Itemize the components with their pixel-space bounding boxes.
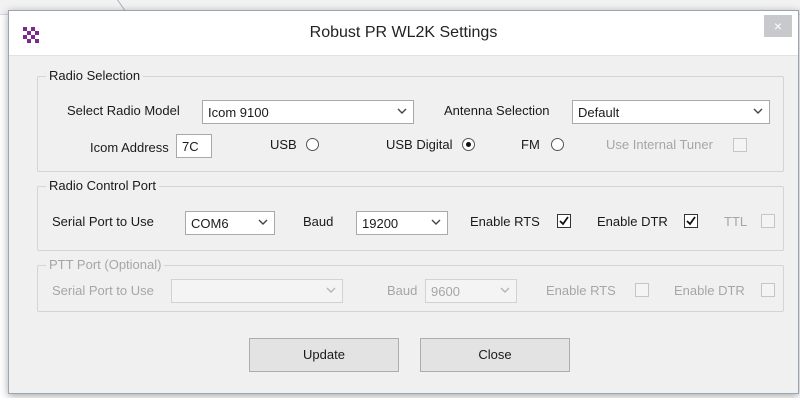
close-window-button[interactable]: × bbox=[764, 15, 792, 37]
use-internal-tuner-label: Use Internal Tuner bbox=[606, 137, 713, 152]
enable-dtr-label: Enable DTR bbox=[597, 214, 668, 229]
radio-model-value: Icom 9100 bbox=[208, 105, 269, 120]
ptt-port-group: PTT Port (Optional) Serial Port to Use B… bbox=[37, 257, 784, 312]
ptt-enable-dtr-label: Enable DTR bbox=[674, 283, 745, 298]
antenna-value: Default bbox=[578, 105, 620, 120]
enable-rts-checkbox[interactable] bbox=[557, 214, 571, 228]
settings-dialog: Robust PR WL2K Settings × Radio Selectio… bbox=[8, 10, 799, 394]
usb-label: USB bbox=[270, 137, 297, 152]
ttl-checkbox[interactable] bbox=[761, 214, 775, 228]
usb-digital-radio[interactable] bbox=[462, 138, 475, 151]
window-title: Robust PR WL2K Settings bbox=[309, 24, 498, 41]
radio-selection-group: Radio Selection Select Radio Model Icom … bbox=[37, 68, 784, 172]
ptt-serial-port-select[interactable] bbox=[171, 279, 343, 303]
baud-select[interactable]: 19200 bbox=[356, 211, 448, 235]
icom-address-value: 7C bbox=[182, 139, 199, 154]
fm-radio[interactable] bbox=[551, 138, 564, 151]
select-radio-model-label: Select Radio Model bbox=[67, 103, 180, 118]
enable-rts-label: Enable RTS bbox=[470, 214, 540, 229]
ptt-port-legend: PTT Port (Optional) bbox=[46, 257, 165, 272]
radio-control-port-legend: Radio Control Port bbox=[46, 178, 159, 193]
chevron-down-icon bbox=[326, 287, 336, 293]
title-bar: Robust PR WL2K Settings × bbox=[9, 11, 798, 56]
radio-model-select[interactable]: Icom 9100 bbox=[202, 100, 414, 124]
ptt-serial-port-label: Serial Port to Use bbox=[52, 283, 154, 298]
usb-digital-label: USB Digital bbox=[386, 137, 453, 152]
chevron-down-icon bbox=[753, 108, 763, 114]
baud-label: Baud bbox=[303, 214, 334, 229]
antenna-selection-label: Antenna Selection bbox=[444, 103, 550, 118]
chevron-down-icon bbox=[431, 219, 441, 225]
ptt-enable-dtr-checkbox[interactable] bbox=[761, 283, 775, 297]
checkmark-icon bbox=[559, 216, 569, 226]
icom-address-label: Icom Address bbox=[90, 140, 169, 155]
radio-selection-legend: Radio Selection bbox=[46, 68, 144, 83]
chevron-down-icon bbox=[397, 108, 407, 114]
enable-dtr-checkbox[interactable] bbox=[684, 214, 698, 228]
usb-radio[interactable] bbox=[306, 138, 319, 151]
use-internal-tuner-checkbox[interactable] bbox=[733, 138, 747, 152]
ttl-label: TTL bbox=[724, 214, 748, 229]
antenna-select[interactable]: Default bbox=[572, 100, 770, 124]
checkmark-icon bbox=[686, 216, 696, 226]
ptt-enable-rts-label: Enable RTS bbox=[546, 283, 616, 298]
serial-port-label: Serial Port to Use bbox=[52, 214, 154, 229]
baud-value: 19200 bbox=[362, 216, 399, 231]
ptt-baud-select[interactable]: 9600 bbox=[425, 279, 517, 303]
update-button[interactable]: Update bbox=[249, 338, 399, 372]
radio-control-port-group: Radio Control Port Serial Port to Use CO… bbox=[37, 178, 784, 251]
fm-label: FM bbox=[521, 137, 540, 152]
chevron-down-icon bbox=[258, 219, 268, 225]
close-button[interactable]: Close bbox=[420, 338, 570, 372]
serial-port-select[interactable]: COM6 bbox=[185, 211, 275, 235]
serial-port-value: COM6 bbox=[191, 216, 229, 231]
ptt-baud-label: Baud bbox=[387, 283, 418, 298]
ptt-baud-value: 9600 bbox=[431, 284, 460, 299]
icom-address-field[interactable]: 7C bbox=[176, 134, 212, 158]
ptt-enable-rts-checkbox[interactable] bbox=[635, 283, 649, 297]
chevron-down-icon bbox=[500, 287, 510, 293]
